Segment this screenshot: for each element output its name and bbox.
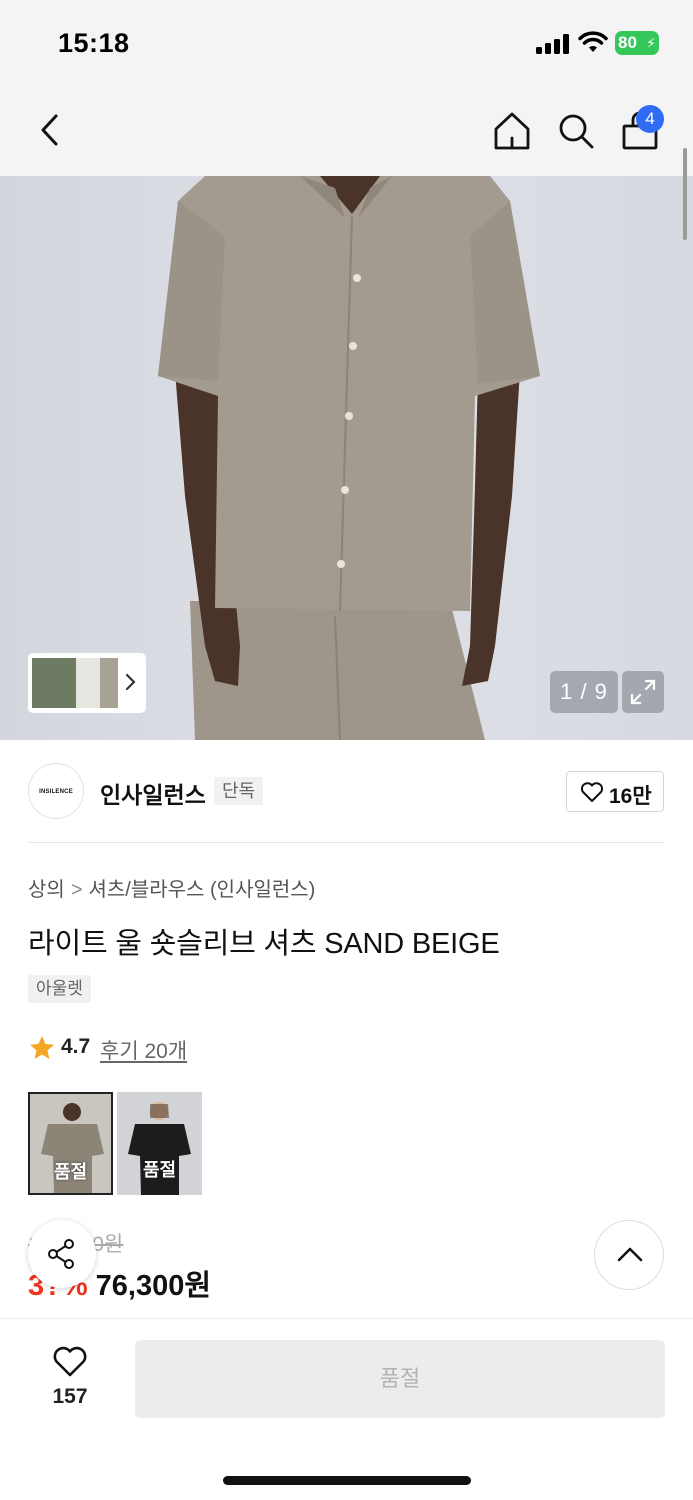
sold-out-label: 품절 (53, 1162, 88, 1182)
chevron-up-icon (617, 1247, 643, 1262)
top-nav (0, 88, 693, 176)
chevron-right-icon[interactable] (124, 670, 138, 694)
thumbnail-3[interactable] (100, 658, 118, 708)
star-icon (30, 1036, 54, 1059)
cart-count-badge: 4 (636, 105, 664, 133)
exclusive-tag: 단독 (214, 777, 264, 805)
status-time: 15:18 (58, 28, 130, 58)
brand-like-count: 16만 (609, 785, 652, 808)
color-option-black[interactable]: 품절 (117, 1092, 202, 1195)
color-option-sand-beige[interactable]: 품절 (28, 1092, 113, 1195)
divider (28, 842, 665, 843)
sold-out-button[interactable]: 품절 (135, 1340, 665, 1418)
breadcrumb-item[interactable]: 상의 (28, 879, 65, 901)
home-icon[interactable] (492, 110, 532, 152)
heart-icon (580, 782, 604, 802)
sale-price: 76,300원 (95, 1270, 212, 1302)
heart-icon[interactable] (52, 1344, 88, 1378)
share-button[interactable] (28, 1220, 96, 1288)
expand-icon (630, 679, 656, 705)
wishlist-count: 157 (52, 1385, 88, 1408)
sold-out-label: 품절 (142, 1160, 177, 1180)
status-bar: 15:18 80 ⚡ (0, 0, 693, 88)
brand-logo[interactable]: INSILENCE (28, 763, 84, 819)
thumbnail-2[interactable] (76, 658, 100, 708)
back-icon[interactable] (34, 110, 70, 150)
review-link[interactable]: 후기 20개 (100, 1035, 187, 1065)
signal-icon (536, 34, 570, 54)
outlet-tag: 아울렛 (28, 975, 91, 1003)
scroll-indicator (683, 148, 687, 240)
home-indicator[interactable] (223, 1476, 471, 1485)
brand-name[interactable]: 인사일런스 (100, 776, 206, 810)
breadcrumb-item[interactable]: 셔츠/블라우스 (인사일런스) (89, 879, 316, 901)
thumbnail-1[interactable] (32, 658, 76, 708)
chevron-right-icon: > (70, 879, 83, 901)
battery-level: 80 (618, 33, 637, 52)
breadcrumb: 상의 > 셔츠/블라우스 (인사일런스) (28, 873, 315, 902)
expand-button[interactable] (622, 671, 664, 713)
battery-indicator: 80 ⚡ (615, 31, 659, 55)
wifi-icon (578, 31, 608, 52)
brand-like-button[interactable]: 16만 (566, 771, 664, 812)
scroll-to-top-button[interactable] (594, 1220, 664, 1290)
image-page-counter: 1 / 9 (550, 671, 618, 713)
search-icon[interactable] (556, 110, 596, 152)
rating-value: 4.7 (61, 1035, 91, 1058)
product-title: 라이트 울 숏슬리브 셔츠 SAND BEIGE (28, 928, 500, 960)
charging-icon: ⚡ (646, 35, 656, 51)
share-icon (48, 1239, 74, 1269)
thumbnail-strip[interactable] (28, 653, 146, 713)
